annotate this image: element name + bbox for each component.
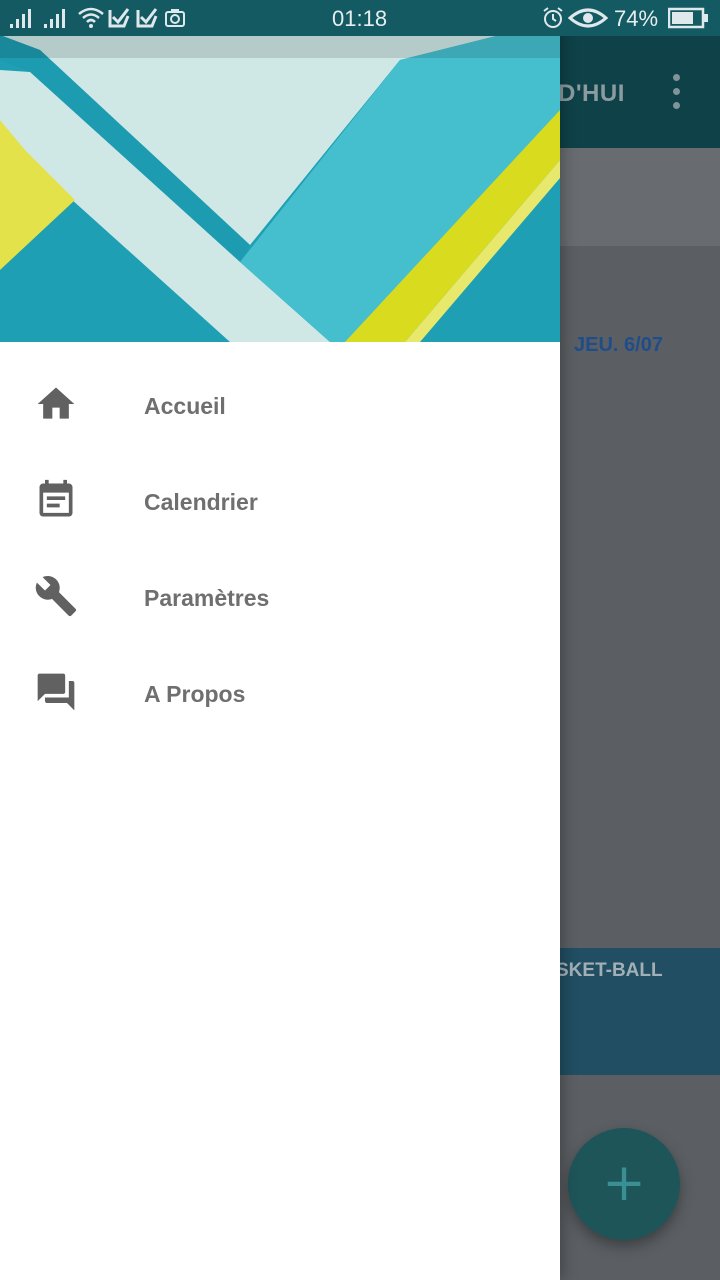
drawer-header-image (0, 0, 560, 342)
signal-icon (10, 6, 40, 30)
menu-item-calendrier[interactable]: Calendrier (0, 452, 560, 548)
drawer-menu: Accueil Calendrier Paramètres A Propos (0, 356, 560, 740)
menu-item-label: Calendrier (144, 489, 258, 515)
date-tab[interactable]: JEU. 6/07 (574, 334, 663, 357)
navigation-drawer: Accueil Calendrier Paramètres A Propos (0, 0, 560, 1280)
plus-icon: + (602, 1153, 646, 1213)
signal-icon (44, 6, 74, 30)
alarm-icon (542, 6, 564, 30)
camera-icon (164, 6, 186, 30)
wrench-icon (34, 574, 78, 618)
wifi-icon (78, 6, 104, 30)
calendar-icon (34, 478, 78, 522)
menu-item-a-propos[interactable]: A Propos (0, 644, 560, 740)
eye-icon (568, 6, 608, 30)
toolbar-title: D'HUI (558, 80, 625, 107)
forum-icon (34, 670, 78, 714)
check-notification-icon (108, 6, 130, 30)
menu-item-label: Paramètres (144, 585, 270, 611)
status-bar: 01:18 74% (0, 0, 720, 36)
menu-item-label: Accueil (144, 393, 226, 419)
check-notification-icon (136, 6, 158, 30)
menu-item-accueil[interactable]: Accueil (0, 356, 560, 452)
menu-item-parametres[interactable]: Paramètres (0, 548, 560, 644)
overflow-menu-icon[interactable] (666, 74, 686, 114)
battery-icon (668, 6, 710, 30)
home-icon (34, 382, 78, 426)
status-time: 01:18 (332, 6, 388, 31)
battery-percentage: 74% (614, 6, 659, 31)
event-label: SKET-BALL (556, 960, 663, 981)
menu-item-label: A Propos (144, 681, 246, 707)
add-fab-button[interactable]: + (568, 1128, 680, 1240)
